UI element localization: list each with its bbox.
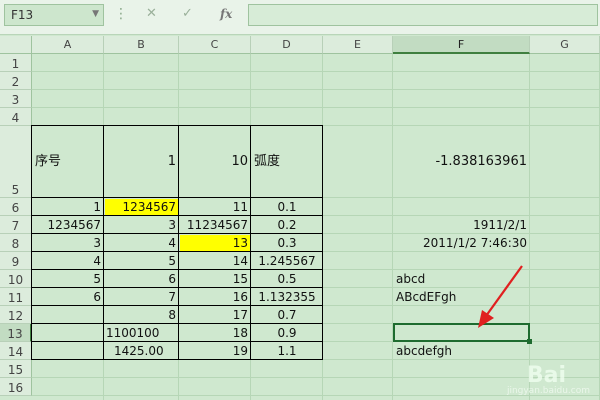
- select-all-corner[interactable]: [0, 36, 32, 54]
- cell-b11[interactable]: 7: [104, 288, 179, 306]
- worksheet-grid[interactable]: A B C D E F G 1 2 3 4 5 6 7 8 9 10 11 12 13 14 15 16 序号 1 10 弧度 -1.…: [0, 36, 600, 400]
- row-header-15[interactable]: 15: [0, 360, 32, 378]
- cell-c9[interactable]: 14: [179, 252, 251, 270]
- cell-d13[interactable]: 0.9: [251, 324, 323, 342]
- cell-b14[interactable]: 1425.00: [104, 342, 179, 360]
- formula-toolbar: F13 ▼ ⋮ ✕ ✓ fx: [0, 0, 600, 35]
- column-header-g[interactable]: G: [530, 36, 600, 54]
- cell-c7[interactable]: 11234567: [179, 216, 251, 234]
- cell-d12[interactable]: 0.7: [251, 306, 323, 324]
- cell-d10[interactable]: 0.5: [251, 270, 323, 288]
- cell-c13[interactable]: 18: [179, 324, 251, 342]
- cell-b12[interactable]: 8: [104, 306, 179, 324]
- cell-c8[interactable]: 13: [179, 234, 251, 252]
- cell-c5[interactable]: 10: [179, 126, 251, 198]
- name-box[interactable]: F13 ▼: [4, 4, 104, 26]
- cell-f8[interactable]: 2011/1/2 7:46:30: [393, 234, 530, 252]
- column-header-b[interactable]: B: [104, 36, 179, 54]
- row-header-4[interactable]: 4: [0, 108, 32, 126]
- cell-b8[interactable]: 4: [104, 234, 179, 252]
- watermark-text: jingyan.baidu.com: [506, 386, 590, 396]
- cell-a8[interactable]: 3: [32, 234, 104, 252]
- cell-b6[interactable]: 1234567: [104, 198, 179, 216]
- column-header-e[interactable]: E: [323, 36, 393, 54]
- row-header-12[interactable]: 12: [0, 306, 32, 324]
- cell-c11[interactable]: 16: [179, 288, 251, 306]
- cell-c6[interactable]: 11: [179, 198, 251, 216]
- cell-b10[interactable]: 6: [104, 270, 179, 288]
- red-arrow-annotation: [470, 262, 530, 336]
- cell-a9[interactable]: 4: [32, 252, 104, 270]
- cell-a6[interactable]: 1: [32, 198, 104, 216]
- more-options-icon[interactable]: ⋮: [114, 6, 128, 22]
- formula-input[interactable]: [248, 4, 598, 26]
- fill-handle[interactable]: [527, 339, 532, 344]
- cell-a5[interactable]: 序号: [32, 126, 104, 198]
- row-header-3[interactable]: 3: [0, 90, 32, 108]
- cell-d14[interactable]: 1.1: [251, 342, 323, 360]
- column-header-d[interactable]: D: [251, 36, 323, 54]
- cancel-icon[interactable]: ✕: [146, 6, 157, 21]
- row-header-6[interactable]: 6: [0, 198, 32, 216]
- cell-a7[interactable]: 1234567: [32, 216, 104, 234]
- cell-f14[interactable]: abcdefgh: [393, 342, 530, 360]
- row-header-8[interactable]: 8: [0, 234, 32, 252]
- cell-a11[interactable]: 6: [32, 288, 104, 306]
- cell-d5[interactable]: 弧度: [251, 126, 323, 198]
- cell-c12[interactable]: 17: [179, 306, 251, 324]
- cell-a10[interactable]: 5: [32, 270, 104, 288]
- cell-b9[interactable]: 5: [104, 252, 179, 270]
- cell-f7[interactable]: 1911/2/1: [393, 216, 530, 234]
- gridline: [32, 377, 600, 378]
- cell-f5[interactable]: -1.838163961: [393, 126, 530, 198]
- row-header-10[interactable]: 10: [0, 270, 32, 288]
- gridline: [32, 71, 600, 72]
- row-header-7[interactable]: 7: [0, 216, 32, 234]
- watermark-logo: Bai: [526, 363, 566, 388]
- cell-d9[interactable]: 1.245567: [251, 252, 323, 270]
- chevron-down-icon[interactable]: ▼: [92, 9, 99, 19]
- cell-b5[interactable]: 1: [104, 126, 179, 198]
- column-header-c[interactable]: C: [179, 36, 251, 54]
- name-box-value: F13: [11, 8, 34, 22]
- column-header-f[interactable]: F: [393, 36, 530, 54]
- row-header-14[interactable]: 14: [0, 342, 32, 360]
- row-header-16[interactable]: 16: [0, 378, 32, 396]
- gridline: [32, 89, 600, 90]
- row-header-1[interactable]: 1: [0, 54, 32, 72]
- cell-b13[interactable]: 1100100: [104, 324, 179, 342]
- insert-function-icon[interactable]: fx: [220, 7, 232, 21]
- cell-d8[interactable]: 0.3: [251, 234, 323, 252]
- row-header-2[interactable]: 2: [0, 72, 32, 90]
- cell-b7[interactable]: 3: [104, 216, 179, 234]
- row-header-9[interactable]: 9: [0, 252, 32, 270]
- column-header-a[interactable]: A: [32, 36, 104, 54]
- row-header-5[interactable]: 5: [0, 126, 32, 198]
- cell-c14[interactable]: 19: [179, 342, 251, 360]
- gridline: [32, 107, 600, 108]
- enter-icon[interactable]: ✓: [182, 6, 193, 21]
- cell-d6[interactable]: 0.1: [251, 198, 323, 216]
- row-header-11[interactable]: 11: [0, 288, 32, 306]
- cell-d7[interactable]: 0.2: [251, 216, 323, 234]
- row-header-13[interactable]: 13: [0, 324, 32, 342]
- cell-c10[interactable]: 15: [179, 270, 251, 288]
- cell-d11[interactable]: 1.132355: [251, 288, 323, 306]
